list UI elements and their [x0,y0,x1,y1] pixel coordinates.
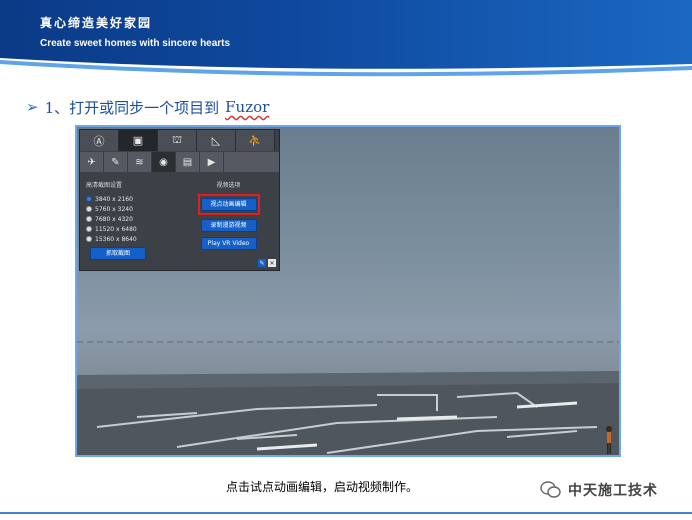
resolution-option-label: 7680 x 4320 [95,215,133,223]
capture-screenshot-button[interactable]: 抓取截图 [90,247,146,260]
record-walkthrough-button[interactable]: 录制漫游视频 [200,219,257,232]
resolution-option-label: 3840 x 2160 [95,195,133,203]
video-title: 视频选项 [216,182,241,189]
banner-title-cn: 真心缔造美好家园 [40,16,153,30]
subtab-screenshot[interactable]: ▤ [176,152,200,172]
tab-measure[interactable]: ◺ [197,130,236,151]
watermark-text: 中天施工技术 [568,483,658,499]
heading-text: 1、打开或同步一个项目到 [44,98,220,117]
sub-tabbar: ✈ ✎ ≋ ◉ ▤ ▶ [80,152,279,172]
subtab-brush[interactable]: ✎ [104,152,128,172]
people-icon: ⛹ [248,134,262,147]
close-icon[interactable]: ✕ [268,259,276,267]
resolution-option[interactable]: 3840 x 2160 [86,194,176,204]
screenshot-icon: ▤ [182,156,193,168]
camera-tab-icon: ▣ [132,134,144,147]
resolution-option-label: 15360 x 8640 [95,235,137,243]
resolution-option[interactable]: 7680 x 4320 [86,214,176,224]
radio-icon [86,206,92,212]
steering-icon: Ⓐ [93,134,105,148]
resolution-option-label: 5760 x 3240 [95,205,133,213]
subtab-play[interactable]: ▶ [200,152,224,172]
resolution-option-label: 11520 x 6480 [95,225,137,233]
slide-heading: ➢ 1、打开或同步一个项目到 Fuzor [26,95,269,119]
video-group: 视频选项 视点动画编辑 录制漫游视频 Play VR Video [180,180,277,255]
highlight-box: 视点动画编辑 [197,194,260,215]
wechat-icon [540,481,561,498]
tab-camera[interactable]: ▣ [119,130,158,151]
fuzor-screenshot: Ⓐ ▣ ⛫ ◺ ⛹ ✈ ✎ ≋ ◉ ▤ ▶ 高清截图设置 3840 x 2160… [75,125,621,457]
resolution-title: 高清截图设置 [86,182,123,189]
viewpoint-animation-edit-button[interactable]: 视点动画编辑 [200,198,257,211]
slide-caption: 点击试点动画编辑，启动视频制作。 [226,480,419,494]
tab-people[interactable]: ⛹ [236,130,275,151]
resolution-option[interactable]: 5760 x 3240 [86,204,176,214]
resolution-option[interactable]: 11520 x 6480 [86,224,176,234]
tab-building[interactable]: ⛫ [158,130,197,151]
top-tabbar: Ⓐ ▣ ⛫ ◺ ⛹ [80,130,279,151]
radio-selected-icon [86,196,92,202]
radio-icon [86,226,92,232]
radio-icon [86,236,92,242]
watermark: 中天施工技术 [540,480,658,500]
person-figure [606,426,612,454]
subtab-layers[interactable]: ≋ [128,152,152,172]
pin-icon[interactable]: ✎ [258,259,266,267]
subtab-camera[interactable]: ◉ [152,152,176,172]
resolution-option[interactable]: 15360 x 8640 [86,234,176,244]
subtab-walk[interactable]: ✈ [80,152,104,172]
panel-corner-icons: ✎ ✕ [258,259,276,267]
tab-navigation[interactable]: Ⓐ [80,130,119,151]
walk-icon: ✈ [87,156,96,168]
building-icon: ⛫ [171,133,183,146]
radio-icon [86,216,92,222]
camera-icon: ◉ [159,156,168,168]
play-icon: ▶ [207,156,216,168]
heading-app-name: Fuzor [225,98,270,116]
fuzor-panel: Ⓐ ▣ ⛫ ◺ ⛹ ✈ ✎ ≋ ◉ ▤ ▶ 高清截图设置 3840 x 2160… [79,129,280,271]
banner-title-en: Create sweet homes with sincere hearts [40,38,231,49]
bullet-arrow-icon: ➢ [26,98,39,116]
play-vr-video-button[interactable]: Play VR Video [200,237,257,250]
bottom-divider [0,512,692,514]
layers-icon: ≋ [135,156,144,168]
ruler-icon: ◺ [211,134,221,147]
brush-icon: ✎ [111,156,120,168]
header-banner: 真心缔造美好家园 Create sweet homes with sincere… [0,0,692,80]
resolution-group: 高清截图设置 3840 x 2160 5760 x 3240 7680 x 43… [86,180,176,260]
